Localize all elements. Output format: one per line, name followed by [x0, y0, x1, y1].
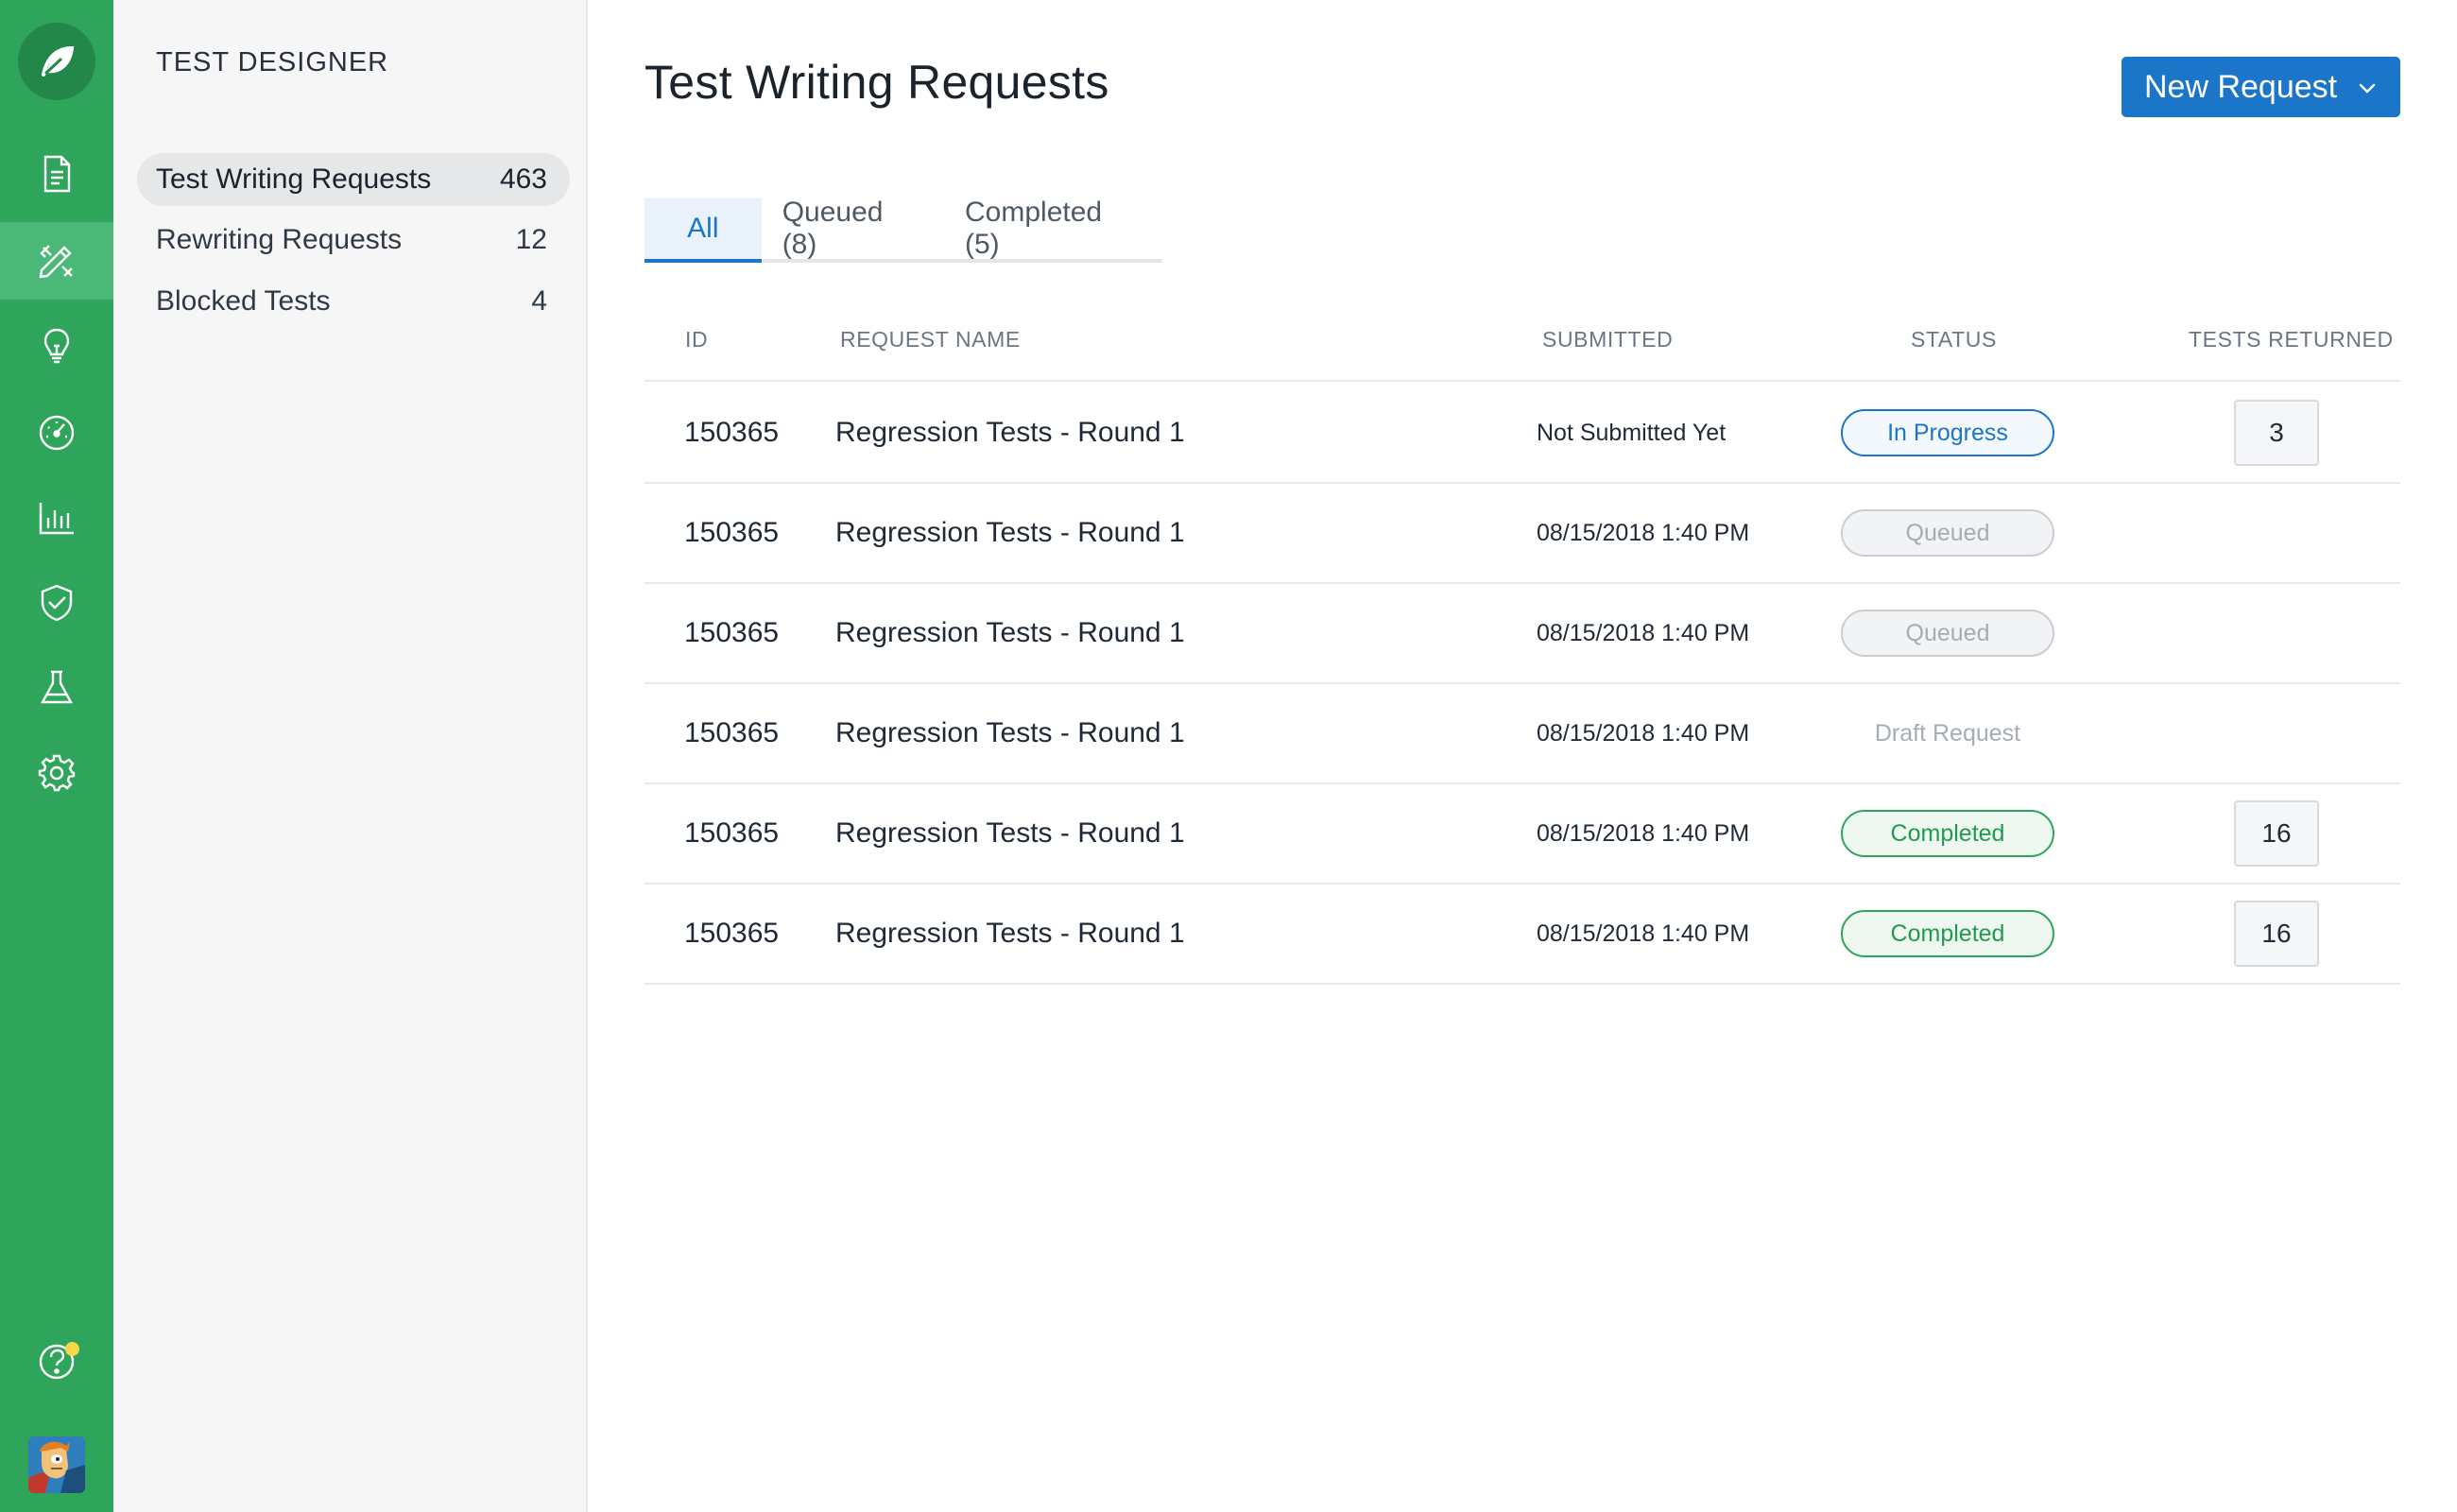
status-badge: Queued — [1841, 509, 2054, 557]
sidebar-item-label: Blocked Tests — [156, 285, 331, 317]
submitted-date: 08/15/2018 1:40 PM — [1537, 519, 1750, 546]
document-icon[interactable] — [0, 135, 113, 213]
notification-dot — [65, 1342, 79, 1356]
tests-returned-count[interactable]: 16 — [2234, 800, 2319, 867]
gauge-icon[interactable] — [0, 394, 113, 472]
request-id: 150365 — [684, 617, 780, 648]
request-name[interactable]: Regression Tests - Round 1 — [835, 484, 1185, 582]
status-badge: Draft Request — [1874, 719, 2021, 747]
sidebar-title: TEST DESIGNER — [156, 47, 389, 77]
column-header-tests-returned[interactable]: TESTS RETURNED — [2189, 327, 2394, 352]
flask-icon[interactable] — [0, 649, 113, 727]
design-tools-icon[interactable] — [0, 222, 113, 300]
request-id: 150365 — [684, 517, 780, 548]
request-id: 150365 — [684, 717, 780, 748]
submitted-date: 08/15/2018 1:40 PM — [1537, 919, 1750, 947]
request-name[interactable]: Regression Tests - Round 1 — [835, 384, 1185, 482]
sidebar-item-test-writing-requests[interactable]: Test Writing Requests 463 — [137, 153, 570, 206]
settings-icon[interactable] — [0, 734, 113, 812]
tab-all[interactable]: All — [644, 198, 762, 263]
lightbulb-icon[interactable] — [0, 307, 113, 385]
request-id: 150365 — [684, 918, 780, 949]
submitted-date: 08/15/2018 1:40 PM — [1537, 819, 1750, 847]
filter-tabs: All Queued (8) Completed (5) — [644, 197, 1162, 263]
request-name[interactable]: Regression Tests - Round 1 — [835, 584, 1185, 682]
table-row[interactable]: 150365 Regression Tests - Round 1 Not Su… — [644, 384, 2400, 484]
tab-queued[interactable]: Queued (8) — [762, 197, 944, 260]
sidebar-item-label: Test Writing Requests — [156, 163, 432, 195]
column-header-request-name[interactable]: REQUEST NAME — [840, 327, 1021, 352]
sidebar-item-rewriting-requests[interactable]: Rewriting Requests 12 — [137, 214, 570, 266]
shield-check-icon[interactable] — [0, 564, 113, 642]
leaf-logo-icon[interactable] — [18, 23, 95, 100]
bar-chart-icon[interactable] — [0, 479, 113, 557]
page-title: Test Writing Requests — [644, 56, 1109, 109]
table-row[interactable]: 150365 Regression Tests - Round 1 08/15/… — [644, 885, 2400, 985]
status-badge: Completed — [1841, 910, 2054, 957]
sidebar-item-blocked-tests[interactable]: Blocked Tests 4 — [137, 275, 570, 328]
request-name[interactable]: Regression Tests - Round 1 — [835, 684, 1185, 782]
avatar[interactable] — [28, 1436, 85, 1493]
request-name[interactable]: Regression Tests - Round 1 — [835, 784, 1185, 883]
tests-returned-count[interactable]: 3 — [2234, 400, 2319, 466]
tab-completed[interactable]: Completed (5) — [944, 197, 1162, 260]
submitted-date: 08/15/2018 1:40 PM — [1537, 719, 1750, 747]
submitted-date: Not Submitted Yet — [1537, 419, 1727, 446]
table-row[interactable]: 150365 Regression Tests - Round 1 08/15/… — [644, 784, 2400, 885]
new-request-button[interactable]: New Request — [2122, 57, 2400, 117]
sidebar-item-count: 12 — [515, 224, 547, 255]
icon-rail — [0, 0, 113, 1512]
table-row[interactable]: 150365 Regression Tests - Round 1 08/15/… — [644, 684, 2400, 784]
status-badge: Queued — [1841, 610, 2054, 657]
secondary-sidebar: TEST DESIGNER Test Writing Requests 463 … — [113, 0, 588, 1512]
help-icon[interactable] — [0, 1323, 113, 1400]
sidebar-item-count: 463 — [499, 163, 547, 195]
request-id: 150365 — [684, 417, 780, 448]
new-request-label: New Request — [2144, 68, 2338, 105]
status-badge: In Progress — [1841, 409, 2054, 456]
sidebar-item-label: Rewriting Requests — [156, 224, 403, 255]
table-header: ID REQUEST NAME SUBMITTED STATUS TESTS R… — [644, 314, 2400, 382]
chevron-down-icon — [2359, 83, 2376, 94]
column-header-status[interactable]: STATUS — [1911, 327, 1997, 352]
table-row[interactable]: 150365 Regression Tests - Round 1 08/15/… — [644, 584, 2400, 684]
submitted-date: 08/15/2018 1:40 PM — [1537, 619, 1750, 646]
tests-returned-count[interactable]: 16 — [2234, 901, 2319, 967]
sidebar-item-count: 4 — [531, 285, 547, 317]
table-row[interactable]: 150365 Regression Tests - Round 1 08/15/… — [644, 484, 2400, 584]
column-header-submitted[interactable]: SUBMITTED — [1542, 327, 1673, 352]
request-name[interactable]: Regression Tests - Round 1 — [835, 885, 1185, 983]
request-id: 150365 — [684, 817, 780, 849]
column-header-id[interactable]: ID — [685, 327, 708, 352]
status-badge: Completed — [1841, 810, 2054, 857]
